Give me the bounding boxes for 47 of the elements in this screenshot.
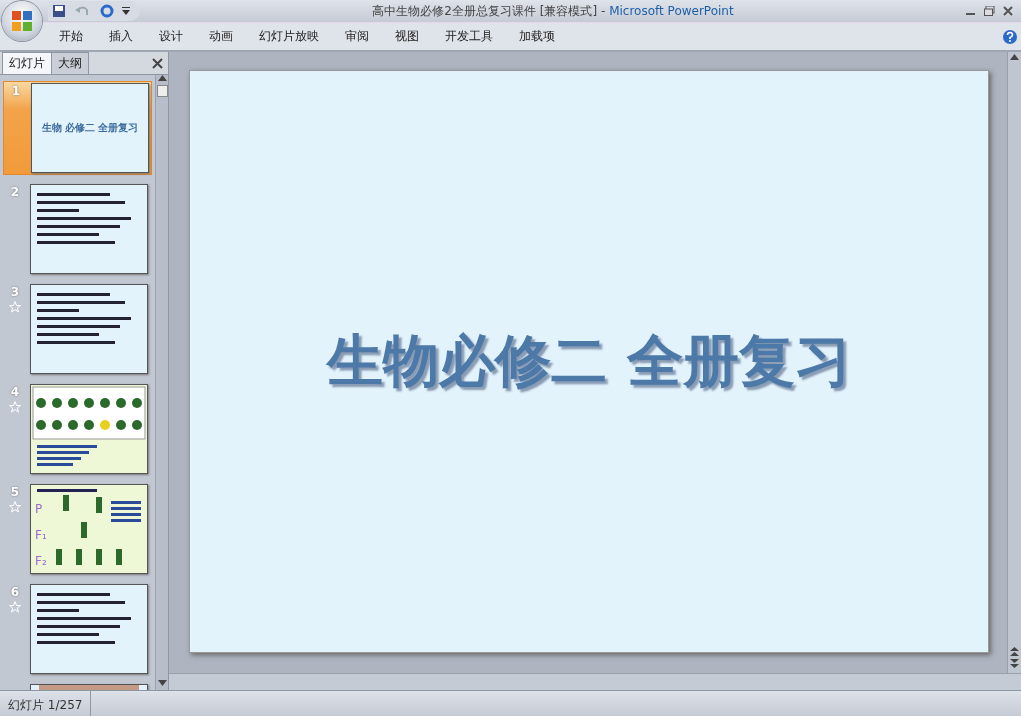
slide-number: 5: [10, 485, 20, 499]
ribbon-tab[interactable]: 开始: [46, 28, 96, 45]
slide-number: 3: [10, 285, 20, 299]
ribbon-tab[interactable]: 视图: [382, 28, 432, 45]
close-icon[interactable]: [152, 57, 163, 69]
slide-number: 1: [11, 84, 21, 98]
slide-number: 6: [10, 585, 20, 599]
slide-thumbnail[interactable]: [30, 184, 148, 274]
slide-list-item[interactable]: 5 P F₁ F₂: [0, 483, 155, 575]
generation-label: P: [35, 502, 43, 516]
window-title: 高中生物必修2全册总复习课件 [兼容模式] - Microsoft PowerPoint: [371, 2, 735, 20]
slide-thumbnail[interactable]: 生物 必修二 全册复习: [31, 83, 149, 173]
thumbnail-title: 生物 必修二 全册复习: [41, 121, 139, 135]
next-slide-icon[interactable]: [1010, 659, 1019, 669]
save-icon[interactable]: [52, 4, 66, 18]
ribbon-tab[interactable]: 幻灯片放映: [246, 28, 332, 45]
slide-title: 生物必修二 全册复习: [327, 326, 851, 395]
ribbon-tab[interactable]: 加载项: [506, 28, 568, 45]
office-logo-icon: [11, 10, 33, 32]
slide-thumbnail[interactable]: [30, 584, 148, 674]
panel-tab[interactable]: 大纲: [51, 52, 89, 74]
generation-label: F₂: [35, 554, 47, 568]
panel-tab[interactable]: 幻灯片: [2, 52, 52, 74]
scroll-up-icon[interactable]: [1010, 54, 1019, 60]
slide-thumbnail[interactable]: [30, 384, 148, 474]
ribbon-tab[interactable]: 审阅: [332, 28, 382, 45]
previous-slide-icon[interactable]: [1010, 647, 1019, 657]
horizontal-scrollbar[interactable]: [169, 673, 1021, 690]
ribbon-tab[interactable]: 插入: [96, 28, 146, 45]
slide-counter: 幻灯片 1/257: [0, 691, 92, 716]
customize-menu-icon[interactable]: [122, 6, 130, 16]
ribbon-tab[interactable]: 设计: [146, 28, 196, 45]
office-button[interactable]: [2, 1, 42, 41]
ribbon-tab[interactable]: 开发工具: [432, 28, 506, 45]
ribbon-tab[interactable]: 动画: [196, 28, 246, 45]
help-icon[interactable]: [1002, 28, 1018, 45]
close-icon[interactable]: [1003, 6, 1013, 16]
slide-thumbnail[interactable]: [30, 284, 148, 374]
slide-thumbnail[interactable]: P F₁ F₂: [30, 484, 148, 574]
generation-label: F₁: [35, 528, 47, 542]
scrollbar-thumb[interactable]: [156, 85, 168, 97]
slide-number: 4: [10, 385, 20, 399]
scroll-down-icon[interactable]: [157, 680, 167, 686]
restore-icon[interactable]: [984, 6, 995, 16]
slide-canvas[interactable]: 生物必修二 全册复习: [189, 70, 989, 653]
slide-number: 2: [10, 185, 20, 199]
slide-list-item[interactable]: 1 生物 必修二 全册复习: [3, 81, 152, 175]
